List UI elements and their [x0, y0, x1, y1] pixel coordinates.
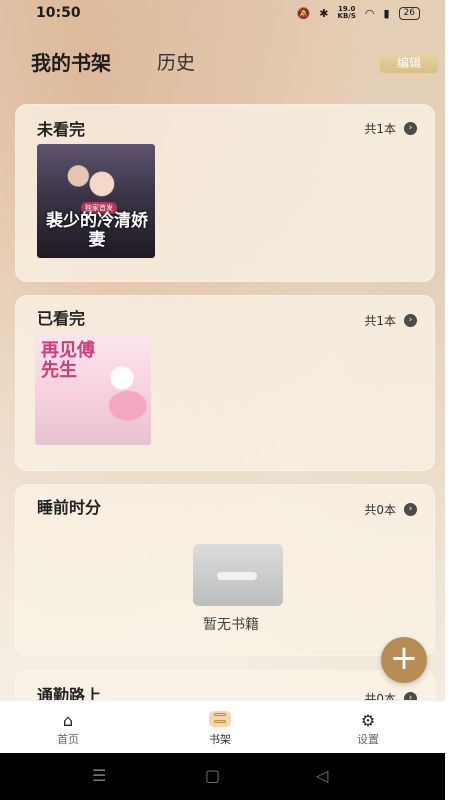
status-bar: 10:50 🔕 ✱ 19.0 KB/S ◠ ▮ 26 [0, 0, 450, 28]
empty-state-text: 暂无书籍 [203, 617, 259, 633]
network-speed: 19.0 KB/S [338, 6, 356, 20]
back-icon[interactable]: ◁ [316, 766, 328, 785]
status-time: 10:50 [36, 5, 81, 21]
battery-indicator: 26 [398, 6, 420, 20]
shelf-count[interactable]: 共1本 › [364, 312, 417, 329]
shelf-title: 未看完 [37, 120, 86, 139]
edit-button[interactable]: 编辑 [380, 53, 438, 73]
cover-title: 裴少的冷清娇妻 [46, 211, 148, 250]
shelf-card-unfinished[interactable]: 未看完 共1本 › 独家首发 裴少的冷清娇妻 [15, 104, 435, 282]
shelf-card-finished[interactable]: 已看完 共1本 › 再见傅先生 [15, 295, 435, 471]
shelf-card-bedtime[interactable]: 睡前时分 共0本 › 暂无书籍 [15, 484, 435, 656]
status-icons: 🔕 ✱ 19.0 KB/S ◠ ▮ 26 [297, 6, 420, 20]
shelf-count[interactable]: 共1本 › [364, 120, 417, 137]
menu-icon[interactable]: ☰ [92, 766, 106, 785]
nav-label: 首页 [57, 733, 79, 746]
chevron-right-icon: › [404, 122, 417, 135]
shelf-count[interactable]: 共0本 › [364, 501, 417, 518]
nav-label: 书架 [209, 733, 231, 746]
nav-item-settings[interactable]: ⚙ 设置 [328, 711, 408, 747]
chevron-right-icon: › [404, 314, 417, 327]
home-icon: ⌂ [62, 711, 74, 730]
nav-item-home[interactable]: ⌂ 首页 [28, 711, 108, 747]
mute-icon: 🔕 [296, 6, 311, 20]
shelf-count-text: 共0本 [364, 503, 396, 517]
shelf-count-text: 共1本 [364, 314, 396, 328]
shelf-count-text: 共1本 [364, 122, 396, 136]
shelf-title: 睡前时分 [37, 498, 102, 517]
wifi-icon: ◠ [364, 6, 375, 20]
shelf-title: 已看完 [37, 309, 86, 328]
cover-title: 再见傅先生 [41, 340, 95, 381]
nav-label: 设置 [357, 733, 379, 746]
screen-edge [445, 0, 450, 800]
signal-icon: ▮ [383, 6, 390, 20]
plus-icon: + [389, 638, 419, 678]
add-button[interactable]: + [381, 637, 427, 683]
empty-box-icon [193, 544, 283, 606]
book-cover[interactable]: 再见傅先生 [35, 333, 151, 445]
settings-icon: ⚙ [360, 711, 376, 730]
book-cover[interactable]: 独家首发 裴少的冷清娇妻 [37, 144, 155, 258]
system-nav-bar: ☰ ▢ ◁ [0, 753, 445, 800]
tab-my-bookshelf[interactable]: 我的书架 [31, 47, 111, 76]
bottom-nav: ⌂ 首页 书架 ⚙ 设置 [0, 700, 445, 754]
nav-item-bookshelf[interactable]: 书架 [180, 711, 260, 747]
bluetooth-icon: ✱ [319, 6, 329, 20]
bookshelf-icon [209, 711, 231, 727]
tab-history[interactable]: 历史 [157, 48, 195, 75]
home-square-icon[interactable]: ▢ [205, 766, 220, 785]
chevron-right-icon: › [404, 503, 417, 516]
network-speed-unit: KB/S [337, 12, 356, 20]
